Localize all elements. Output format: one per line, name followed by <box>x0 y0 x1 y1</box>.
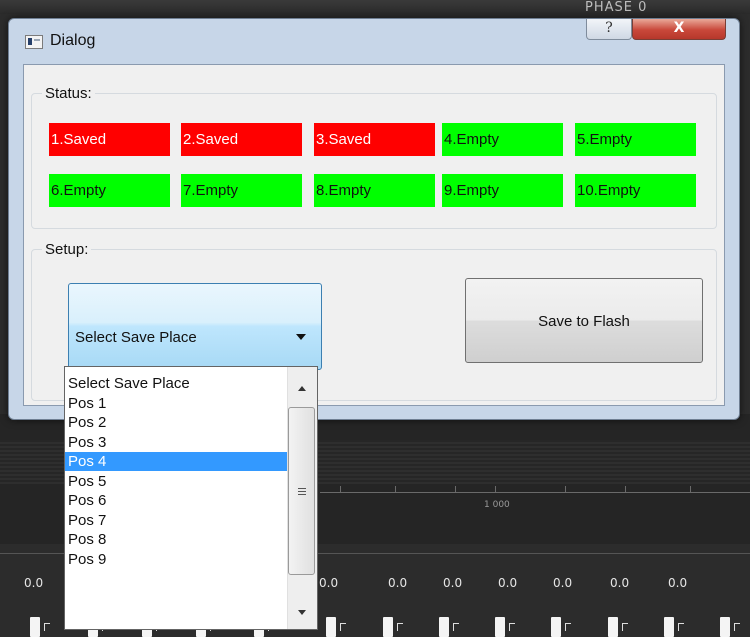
background-value: 0.0 <box>610 576 630 590</box>
background-value: 0.0 <box>498 576 518 590</box>
status-slot-6: 6.Empty <box>49 174 170 207</box>
dropdown-option[interactable]: Pos 3 <box>65 433 287 452</box>
background-value: 0.0 <box>443 576 463 590</box>
background-slider-handle <box>383 617 403 637</box>
window-title: Dialog <box>50 32 96 49</box>
status-slot-5: 5.Empty <box>575 123 696 156</box>
background-axis-tick <box>495 486 496 493</box>
status-slot-1: 1.Saved <box>49 123 170 156</box>
dropdown-option[interactable]: Pos 2 <box>65 413 287 432</box>
background-phase-label: PHASE 0 <box>585 0 648 15</box>
background-axis-tick <box>565 486 566 493</box>
setup-group-label: Setup: <box>42 241 92 258</box>
background-axis-tick <box>690 486 691 493</box>
background-slider-handle <box>664 617 684 637</box>
background-slider-handle <box>439 617 459 637</box>
dropdown-option[interactable]: Pos 8 <box>65 530 287 549</box>
title-bar[interactable]: Dialog ? X <box>9 19 739 55</box>
save-to-flash-button[interactable]: Save to Flash <box>465 278 703 363</box>
status-slot-7: 7.Empty <box>181 174 302 207</box>
grip-icon <box>298 491 306 492</box>
close-button[interactable]: X <box>632 19 726 40</box>
background-slider-handle <box>720 617 740 637</box>
background-value: 0.0 <box>24 576 44 590</box>
background-axis-tick <box>395 486 396 493</box>
background-value: 0.0 <box>553 576 573 590</box>
dropdown-option[interactable]: Pos 9 <box>65 550 287 569</box>
dialog-window: Dialog ? X Status: 1.Saved 2.Saved 3.Saved… <box>8 18 740 420</box>
grip-icon <box>298 494 306 495</box>
save-place-dropdown-list[interactable]: Select Save Place Pos 1 Pos 2 Pos 3 Pos 4 Pos… <box>64 366 318 630</box>
scrollbar-thumb[interactable] <box>288 407 315 575</box>
background-axis-tick <box>340 486 341 493</box>
background-slider-handle <box>30 617 50 637</box>
status-slot-8: 8.Empty <box>314 174 435 207</box>
status-group-label: Status: <box>42 85 95 102</box>
dialog-content: Status: 1.Saved 2.Saved 3.Saved 4.Empty 5.Em… <box>23 64 725 406</box>
grip-icon <box>298 488 306 489</box>
background-slider-handle <box>551 617 571 637</box>
background-axis <box>320 492 750 493</box>
dropdown-option[interactable]: Select Save Place <box>65 374 287 393</box>
status-slot-4: 4.Empty <box>442 123 563 156</box>
save-place-combobox[interactable]: Select Save Place <box>68 283 322 370</box>
status-slot-3: 3.Saved <box>314 123 435 156</box>
dropdown-option[interactable]: Pos 7 <box>65 511 287 530</box>
scroll-down-icon[interactable] <box>298 610 306 615</box>
status-slot-2: 2.Saved <box>181 123 302 156</box>
status-slot-10: 10.Empty <box>575 174 696 207</box>
dropdown-option[interactable]: Pos 1 <box>65 394 287 413</box>
dropdown-option[interactable]: Pos 6 <box>65 491 287 510</box>
background-value: 0.0 <box>668 576 688 590</box>
status-groupbox: Status: 1.Saved 2.Saved 3.Saved 4.Empty 5.Em… <box>31 85 717 229</box>
dropdown-option[interactable]: Pos 4 <box>65 452 287 471</box>
background-slider-handle <box>495 617 515 637</box>
help-button[interactable]: ? <box>586 19 632 40</box>
background-slider-handle <box>608 617 628 637</box>
scroll-up-icon[interactable] <box>298 386 306 391</box>
background-axis-tick <box>455 486 456 493</box>
background-value: 0.0 <box>319 576 339 590</box>
combobox-value: Select Save Place <box>75 329 197 346</box>
dropdown-scrollbar[interactable] <box>287 367 317 629</box>
background-axis-label: 1 000 <box>484 500 510 510</box>
dropdown-arrow-icon[interactable] <box>296 334 306 340</box>
dropdown-option[interactable]: Pos 5 <box>65 472 287 491</box>
status-slot-9: 9.Empty <box>442 174 563 207</box>
background-slider-handle <box>326 617 346 637</box>
app-icon <box>25 35 43 49</box>
background-axis-tick <box>625 486 626 493</box>
background-value: 0.0 <box>388 576 408 590</box>
